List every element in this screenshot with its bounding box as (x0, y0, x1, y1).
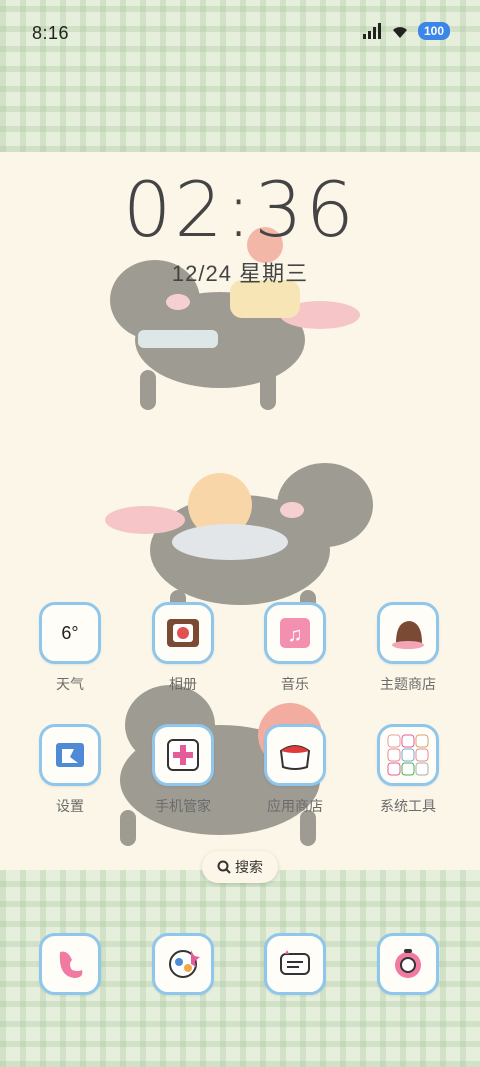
app-label: 天气 (56, 676, 84, 692)
app-app-store[interactable]: 应用商店 (245, 724, 345, 816)
search-label: 搜索 (235, 859, 263, 875)
app-weather[interactable]: 6° 天气 (20, 602, 120, 694)
app-store-icon[interactable] (264, 724, 326, 786)
music-icon[interactable]: ♫ (264, 602, 326, 664)
app-label: 音乐 (281, 676, 309, 692)
camera-icon[interactable] (377, 933, 439, 995)
svg-text:♫: ♫ (288, 624, 303, 646)
weather-temperature: 6° (61, 622, 79, 643)
app-label: 主题商店 (380, 676, 436, 692)
phone-manager-icon[interactable] (152, 724, 214, 786)
phone-icon[interactable] (39, 933, 101, 995)
app-label: 相册 (169, 676, 197, 692)
app-label: 系统工具 (380, 798, 436, 814)
clock-date: 12/24 星期三 (171, 261, 309, 286)
wifi-icon (392, 27, 407, 38)
weather-icon[interactable]: 6° (39, 602, 101, 664)
clock-time[interactable]: 02:36 (0, 165, 480, 254)
settings-icon[interactable] (39, 724, 101, 786)
battery-indicator: 100 (417, 22, 450, 40)
theme-store-icon[interactable] (377, 602, 439, 664)
app-settings[interactable]: 设置 (20, 724, 120, 816)
app-phone-manager[interactable]: 手机管家 (133, 724, 233, 816)
app-theme-store[interactable]: 主题商店 (358, 602, 458, 694)
status-bar: 8:16 100 (0, 0, 480, 68)
app-system-tools[interactable]: 系统工具 (358, 724, 458, 816)
search-icon (217, 860, 231, 874)
dock-browser[interactable] (133, 933, 233, 995)
app-gallery[interactable]: 相册 (133, 602, 233, 694)
status-time: 8:16 (32, 23, 70, 43)
browser-icon[interactable] (152, 933, 214, 995)
dock-camera[interactable] (358, 933, 458, 995)
app-music[interactable]: ♫ 音乐 (245, 602, 345, 694)
dock-phone[interactable] (20, 933, 120, 995)
search-button[interactable]: 搜索 (202, 851, 278, 883)
app-label: 应用商店 (267, 798, 323, 814)
messages-icon[interactable] (264, 933, 326, 995)
app-label: 手机管家 (155, 798, 211, 814)
system-tools-folder-icon[interactable] (377, 724, 439, 786)
signal-icon (362, 23, 381, 39)
app-label: 设置 (56, 798, 84, 814)
gallery-icon[interactable] (152, 602, 214, 664)
dock-messages[interactable] (245, 933, 345, 995)
